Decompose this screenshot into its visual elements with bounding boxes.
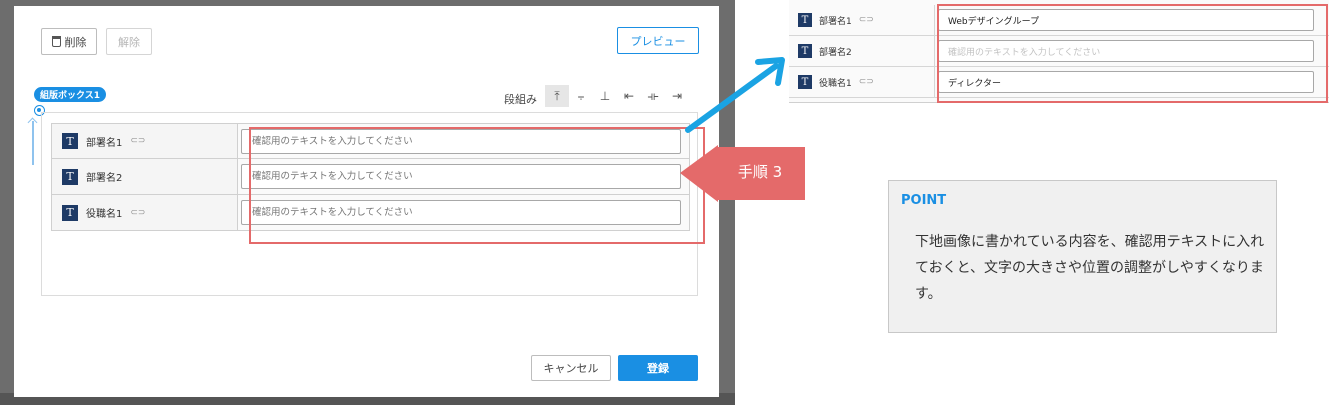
layout-label: 段組み: [504, 93, 537, 106]
point-title: POINT: [901, 193, 947, 208]
layout-toolbar: ⤒ ⨪ ⊥ ⇤ ⟛ ⇥: [545, 85, 689, 107]
text-type-icon: T: [798, 13, 812, 27]
align-left-icon[interactable]: ⇤: [617, 85, 641, 107]
preview-label: プレビュー: [630, 35, 686, 48]
text-type-icon: T: [62, 133, 78, 149]
text-type-icon: T: [798, 44, 812, 58]
delete-button[interactable]: 削除: [41, 28, 97, 55]
field-label-cell: T 部署名2: [52, 159, 238, 194]
link-icon: ⊂⊃: [858, 77, 874, 87]
step-callout: 手順 3: [680, 145, 805, 202]
step-label: 手順 3: [737, 163, 783, 181]
align-top-icon[interactable]: ⤒: [545, 85, 569, 107]
align-center-icon[interactable]: ⟛: [641, 85, 665, 107]
text-type-icon: T: [62, 168, 78, 185]
preview-field-label: 部署名1: [819, 16, 852, 27]
delete-label: 削除: [64, 36, 87, 49]
trash-icon: [51, 36, 61, 47]
point-note: POINT 下地画像に書かれている内容を、確認用テキストに入れておくと、文字の大…: [888, 180, 1277, 333]
align-bottom-icon[interactable]: ⊥: [593, 85, 617, 107]
preview-label-cell: T 部署名2: [789, 36, 935, 66]
register-label: 登録: [647, 363, 669, 375]
clear-label: 解除: [118, 36, 140, 49]
preview-button[interactable]: プレビュー: [617, 27, 699, 54]
arrow-right-up-icon: [685, 57, 785, 133]
point-body: 下地画像に書かれている内容を、確認用テキストに入れておくと、文字の大きさや位置の…: [915, 234, 1265, 302]
preview-label-cell: T 部署名1 ⊂⊃: [789, 5, 935, 35]
arrow-up-icon: [32, 121, 34, 165]
field-label: 部署名1: [86, 137, 123, 149]
field-label-cell: T 役職名1 ⊂⊃: [52, 195, 238, 230]
clear-button[interactable]: 解除: [106, 28, 152, 55]
field-label: 部署名2: [86, 173, 123, 184]
field-label: 役職名1: [86, 209, 123, 220]
register-button[interactable]: 登録: [618, 355, 698, 381]
text-type-icon: T: [798, 75, 812, 89]
cancel-button[interactable]: キャンセル: [531, 355, 611, 381]
preview-field-label: 役職名1: [819, 78, 852, 89]
link-icon: ⊂⊃: [130, 207, 146, 218]
group-badge[interactable]: 組版ボックス1: [34, 87, 106, 102]
preview-label-cell: T 役職名1 ⊂⊃: [789, 67, 935, 97]
field-label-cell: T 部署名1 ⊂⊃: [52, 124, 238, 158]
text-type-icon: T: [62, 204, 78, 221]
cancel-label: キャンセル: [543, 363, 599, 375]
preview-highlight-frame: [937, 4, 1328, 103]
link-icon: ⊂⊃: [858, 15, 874, 25]
edit-dialog: 削除 解除 プレビュー 組版ボックス1 段組み ⤒ ⨪ ⊥ ⇤ ⟛ ⇥ T 部署…: [14, 6, 719, 397]
preview-field-label: 部署名2: [819, 47, 852, 58]
align-middle-icon[interactable]: ⨪: [569, 85, 593, 107]
link-icon: ⊂⊃: [130, 136, 146, 146]
highlight-frame: [249, 127, 705, 244]
